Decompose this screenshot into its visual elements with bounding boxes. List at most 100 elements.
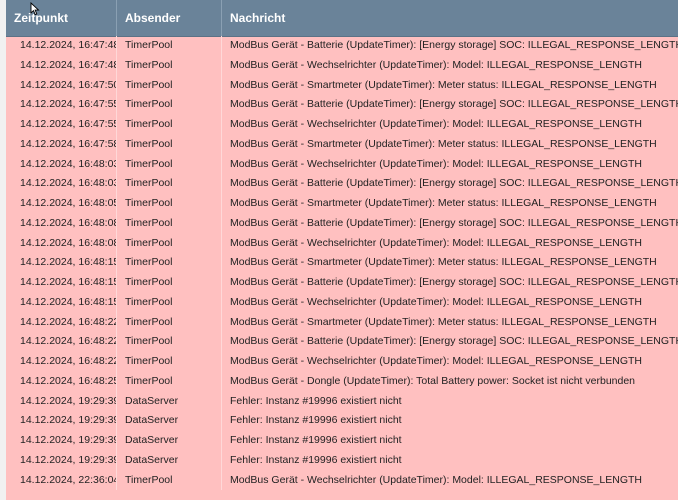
cell-sender: TimerPool xyxy=(117,36,222,56)
cell-sender: TimerPool xyxy=(117,233,222,254)
cell-time: 14.12.2024, 16:48:03 xyxy=(6,174,117,194)
table-body: 14.12.2024, 16:47:48 TimerPool ModBus Gerä… xyxy=(6,36,678,491)
cell-message: ModBus Gerät - Smartmeter (UpdateTimer):… xyxy=(230,137,657,150)
cell-message: ModBus Gerät - Batterie (UpdateTimer): [… xyxy=(230,39,678,51)
table-row[interactable]: 14.12.2024, 16:47:48 TimerPool ModBus Gerä… xyxy=(6,55,678,76)
table-row[interactable]: 14.12.2024, 16:48:25 TimerPool ModBus Gerä… xyxy=(6,371,678,392)
table-row[interactable]: 14.12.2024, 16:48:05 TimerPool ModBus Gerä… xyxy=(6,194,678,214)
cell-sender: TimerPool xyxy=(117,352,222,372)
cell-time: 14.12.2024, 16:48:15 xyxy=(6,273,117,293)
table-row[interactable]: 14.12.2024, 16:48:15 TimerPool ModBus Gerä… xyxy=(6,273,678,293)
cell-message: ModBus Gerät - Dongle (UpdateTimer): Tot… xyxy=(230,374,636,387)
cell-message: Fehler: Instanz #19996 existiert nicht xyxy=(230,453,402,466)
table-row[interactable]: 14.12.2024, 16:48:08 TimerPool ModBus Gerä… xyxy=(6,213,678,234)
cell-sender: TimerPool xyxy=(117,75,222,96)
table-row[interactable]: 14.12.2024, 16:47:55 TimerPool ModBus Gerä… xyxy=(6,95,678,115)
table-row[interactable]: 14.12.2024, 16:48:15 TimerPool ModBus Gerä… xyxy=(6,253,678,273)
table-row[interactable]: 14.12.2024, 16:48:22 TimerPool ModBus Gerä… xyxy=(6,312,678,333)
cell-time: 14.12.2024, 19:29:39 xyxy=(6,450,117,471)
cell-time: 14.12.2024, 22:36:04 xyxy=(6,470,117,491)
table-row[interactable]: 14.12.2024, 16:48:22 TimerPool ModBus Gerä… xyxy=(6,332,678,352)
table-row[interactable]: 14.12.2024, 16:48:08 TimerPool ModBus Gerä… xyxy=(6,233,678,254)
table-row[interactable]: 14.12.2024, 16:47:50 TimerPool ModBus Gerä… xyxy=(6,75,678,96)
table-row[interactable]: 14.12.2024, 22:36:04 TimerPool ModBus Gerä… xyxy=(6,470,678,491)
cell-time: 14.12.2024, 16:48:22 xyxy=(6,312,117,333)
cell-message: ModBus Gerät - Wechselrichter (UpdateTim… xyxy=(230,118,642,130)
cell-message: ModBus Gerät - Wechselrichter (UpdateTim… xyxy=(230,157,642,170)
cell-sender: DataServer xyxy=(117,450,222,471)
table-row[interactable]: 14.12.2024, 19:29:39 DataServer Fehler: In… xyxy=(6,450,678,471)
cell-sender: TimerPool xyxy=(117,213,222,234)
log-table: Zeitpunkt Absender Nachricht 14.12.2024,… xyxy=(6,0,678,500)
cell-time: 14.12.2024, 16:48:15 xyxy=(6,292,117,313)
table-header: Zeitpunkt Absender Nachricht xyxy=(6,0,678,37)
cell-time: 14.12.2024, 16:47:55 xyxy=(6,115,117,135)
cell-message: ModBus Gerät - Batterie (UpdateTimer): [… xyxy=(230,177,678,190)
log-window: Zeitpunkt Absender Nachricht 14.12.2024,… xyxy=(0,0,678,500)
cell-time: 14.12.2024, 19:29:39 xyxy=(6,411,117,431)
cell-message: ModBus Gerät - Wechselrichter (UpdateTim… xyxy=(230,355,642,367)
table-row[interactable]: 14.12.2024, 19:29:39 DataServer Fehler: In… xyxy=(6,391,678,412)
table-row[interactable]: 14.12.2024, 16:48:03 TimerPool ModBus Gerä… xyxy=(6,174,678,194)
cell-message: ModBus Gerät - Smartmeter (UpdateTimer):… xyxy=(230,256,657,269)
cell-message: ModBus Gerät - Smartmeter (UpdateTimer):… xyxy=(230,315,657,328)
cell-sender: TimerPool xyxy=(117,95,222,115)
cell-time: 14.12.2024, 16:47:55 xyxy=(6,95,117,115)
cell-message: ModBus Gerät - Wechselrichter (UpdateTim… xyxy=(230,473,642,486)
cell-sender: TimerPool xyxy=(117,312,222,333)
cell-sender: TimerPool xyxy=(117,292,222,313)
cell-message: ModBus Gerät - Wechselrichter (UpdateTim… xyxy=(230,295,642,308)
cell-sender: TimerPool xyxy=(117,154,222,175)
cell-time: 14.12.2024, 19:29:39 xyxy=(6,431,117,451)
column-header-time[interactable]: Zeitpunkt xyxy=(6,0,117,36)
cell-time: 14.12.2024, 16:48:22 xyxy=(6,352,117,372)
cell-message: Fehler: Instanz #19996 existiert nicht xyxy=(230,414,402,427)
cell-sender: TimerPool xyxy=(117,273,222,293)
table-row[interactable]: 14.12.2024, 16:47:48 TimerPool ModBus Gerä… xyxy=(6,36,678,56)
cell-message: ModBus Gerät - Wechselrichter (UpdateTim… xyxy=(230,236,642,249)
cell-time: 14.12.2024, 16:48:22 xyxy=(6,332,117,352)
mouse-cursor-icon xyxy=(30,2,40,16)
cell-sender: TimerPool xyxy=(117,174,222,194)
cell-message: ModBus Gerät - Batterie (UpdateTimer): [… xyxy=(230,276,678,288)
cell-sender: TimerPool xyxy=(117,371,222,392)
table-row[interactable]: 14.12.2024, 19:29:39 DataServer Fehler: In… xyxy=(6,411,678,431)
cell-sender: TimerPool xyxy=(117,332,222,352)
cell-time: 14.12.2024, 19:29:39 xyxy=(6,391,117,412)
cell-message: ModBus Gerät - Smartmeter (UpdateTimer):… xyxy=(230,78,657,91)
cell-sender: TimerPool xyxy=(117,134,222,155)
table-row[interactable]: 14.12.2024, 16:47:55 TimerPool ModBus Gerä… xyxy=(6,115,678,135)
cell-message: ModBus Gerät - Smartmeter (UpdateTimer):… xyxy=(230,197,657,209)
table-row[interactable]: 14.12.2024, 16:48:03 TimerPool ModBus Gerä… xyxy=(6,154,678,175)
cell-message: ModBus Gerät - Wechselrichter (UpdateTim… xyxy=(230,58,642,71)
cell-time: 14.12.2024, 16:47:58 xyxy=(6,134,117,155)
cell-time: 14.12.2024, 16:48:08 xyxy=(6,233,117,254)
cell-time: 14.12.2024, 16:47:50 xyxy=(6,75,117,96)
table-row[interactable]: 14.12.2024, 16:47:58 TimerPool ModBus Gerä… xyxy=(6,134,678,155)
cell-sender: TimerPool xyxy=(117,253,222,273)
table-row[interactable]: 14.12.2024, 19:29:39 DataServer Fehler: In… xyxy=(6,431,678,451)
cell-sender: DataServer xyxy=(117,391,222,412)
cell-time: 14.12.2024, 16:48:03 xyxy=(6,154,117,175)
cell-message: Fehler: Instanz #19996 existiert nicht xyxy=(230,394,402,407)
cell-time: 14.12.2024, 16:48:08 xyxy=(6,213,117,234)
cell-sender: TimerPool xyxy=(117,55,222,76)
cell-time: 14.12.2024, 16:47:48 xyxy=(6,55,117,76)
cell-message: Fehler: Instanz #19996 existiert nicht xyxy=(230,434,402,446)
cell-sender: TimerPool xyxy=(117,470,222,491)
cell-time: 14.12.2024, 16:48:25 xyxy=(6,371,117,392)
cell-time: 14.12.2024, 16:48:15 xyxy=(6,253,117,273)
cell-message: ModBus Gerät - Batterie (UpdateTimer): [… xyxy=(230,98,678,111)
cell-time: 14.12.2024, 16:47:48 xyxy=(6,36,117,56)
table-row[interactable]: 14.12.2024, 16:48:15 TimerPool ModBus Gerä… xyxy=(6,292,678,313)
table-row[interactable]: 14.12.2024, 16:48:22 TimerPool ModBus Gerä… xyxy=(6,352,678,372)
cell-sender: TimerPool xyxy=(117,115,222,135)
cell-sender: DataServer xyxy=(117,411,222,431)
cell-time: 14.12.2024, 16:48:05 xyxy=(6,194,117,214)
cell-message: ModBus Gerät - Batterie (UpdateTimer): [… xyxy=(230,216,678,229)
cell-sender: DataServer xyxy=(117,431,222,451)
column-header-sender[interactable]: Absender xyxy=(117,0,222,36)
cell-message: ModBus Gerät - Batterie (UpdateTimer): [… xyxy=(230,335,678,348)
cell-sender: TimerPool xyxy=(117,194,222,214)
column-header-message[interactable]: Nachricht xyxy=(222,0,678,36)
